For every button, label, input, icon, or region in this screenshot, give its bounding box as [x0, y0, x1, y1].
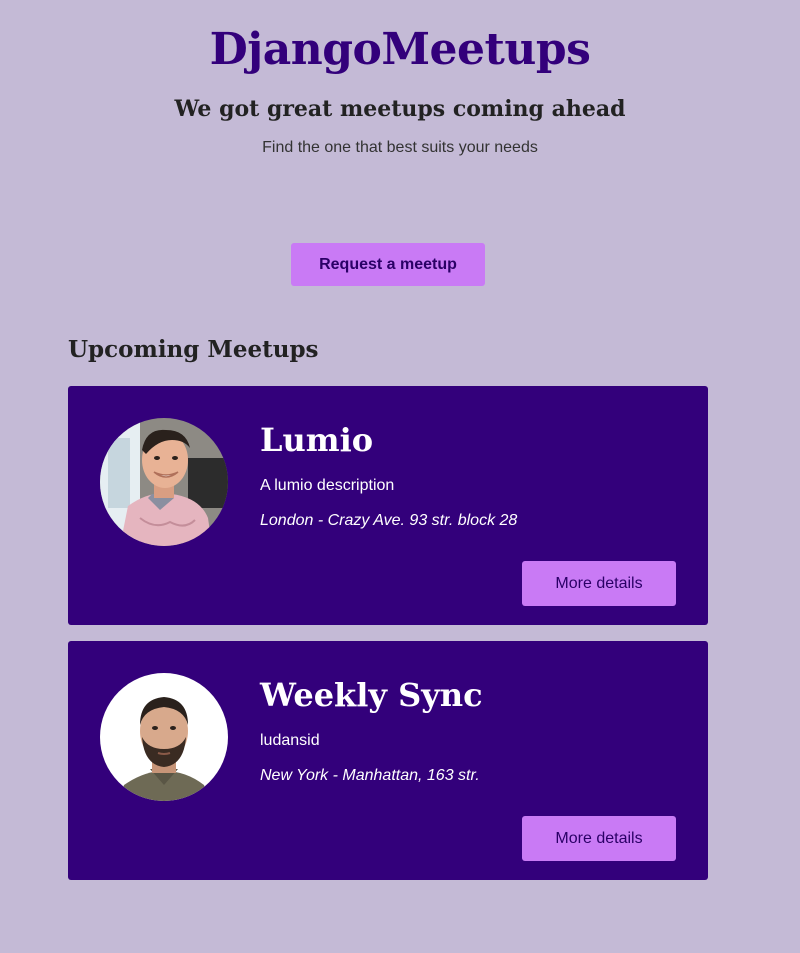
person-photo-icon [100, 418, 228, 546]
meetup-card: Weekly Sync ludansid New York - Manhatta… [68, 641, 708, 880]
more-details-button[interactable]: More details [522, 816, 676, 861]
meetup-avatar [100, 418, 228, 546]
meetup-location: London - Crazy Ave. 93 str. block 28 [260, 512, 518, 529]
meetup-description: A lumio description [260, 477, 395, 494]
subtagline: Find the one that best suits your needs [262, 139, 538, 156]
meetup-title: Weekly Sync [260, 676, 483, 714]
meetup-card: Lumio A lumio description London - Crazy… [68, 386, 708, 625]
meetup-location: New York - Manhattan, 163 str. [260, 767, 480, 784]
meetup-description: ludansid [260, 732, 320, 749]
page-header: DjangoMeetups We got great meetups comin… [0, 0, 800, 159]
meetup-title: Lumio [260, 421, 374, 459]
person-photo-icon [100, 673, 228, 801]
request-meetup-button[interactable]: Request a meetup [291, 243, 485, 286]
site-title: DjangoMeetups [209, 24, 591, 75]
more-details-button[interactable]: More details [522, 561, 676, 606]
meetup-avatar [100, 673, 228, 801]
section-title: Upcoming Meetups [68, 336, 319, 363]
tagline: We got great meetups coming ahead [174, 96, 626, 122]
